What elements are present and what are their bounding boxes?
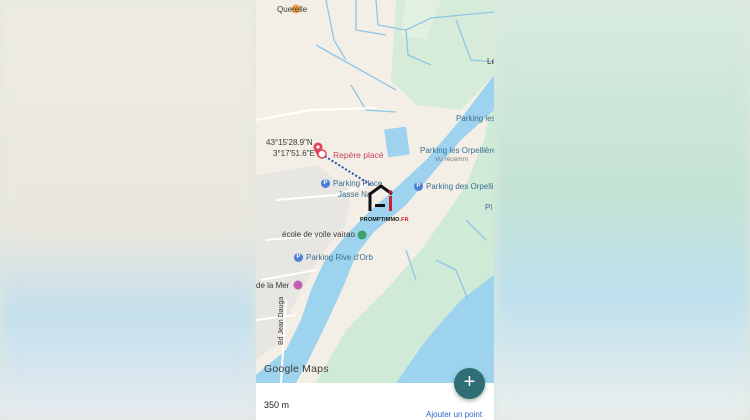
- screenshot: Querelle Le Parking les 43°15'28.9"N 3°1…: [0, 0, 750, 420]
- map-label-parking-les: Parking les: [456, 114, 494, 123]
- map-label-parking-des-orpellieres[interactable]: P Parking des Orpellié: [414, 182, 494, 192]
- parking-icon: P: [294, 253, 303, 263]
- map-label-repere[interactable]: Repère placé: [333, 150, 384, 160]
- map-label-de-la-mer: de la Mer: [256, 281, 290, 290]
- promptimmo-logo: PROMPTIMMO.FR: [360, 184, 409, 223]
- google-maps-attribution: Google Maps: [264, 363, 329, 375]
- map-screen: Querelle Le Parking les 43°15'28.9"N 3°1…: [256, 0, 494, 420]
- parking-icon: P: [321, 179, 330, 189]
- parking-icon: P: [414, 182, 423, 192]
- map-label-street: Bd Jean Dauga: [278, 296, 285, 345]
- map-label-querelle: Querelle: [277, 5, 308, 14]
- map-label-parking-orpellieres[interactable]: Parking les Orpellières: [420, 146, 494, 155]
- blurred-background-left: [0, 0, 256, 420]
- map-label-vu-recemment: Vu récemm: [435, 156, 468, 163]
- blurred-background-right: [494, 0, 750, 420]
- coordinate-latitude: 43°15'28.9"N: [266, 138, 313, 147]
- add-fab-button[interactable]: +: [454, 368, 485, 399]
- house-logo-icon: [368, 184, 393, 211]
- add-point-link[interactable]: Ajouter un point: [426, 410, 482, 419]
- map-label-right-edge: Pl: [485, 203, 493, 212]
- coordinate-longitude: 3°17'51.6"E: [273, 149, 315, 158]
- map-label-parking-rive[interactable]: P Parking Rive d'Orb: [294, 253, 373, 263]
- map-label-ecole-de-voile[interactable]: école de voile vairao: [282, 230, 355, 239]
- map-label-top-right: Le: [487, 57, 494, 66]
- scale-label: 350 m: [264, 400, 290, 410]
